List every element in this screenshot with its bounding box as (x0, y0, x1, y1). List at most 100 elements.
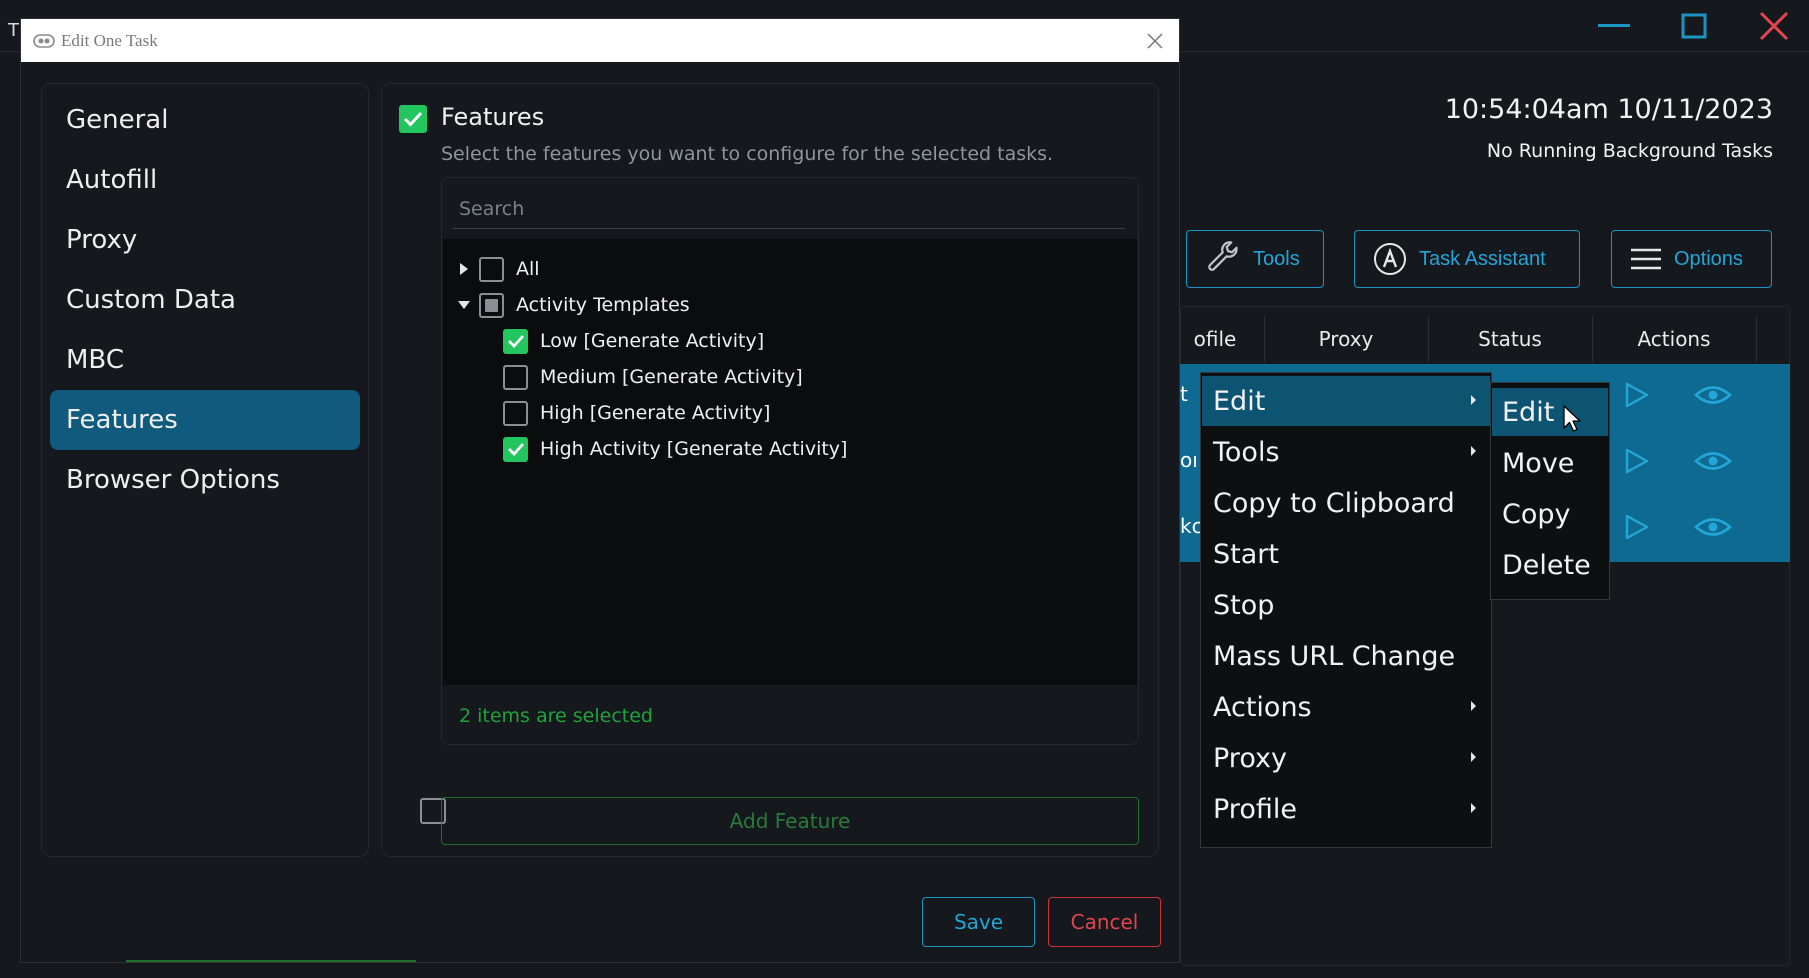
tree-item-high-activity[interactable]: High Activity [Generate Activity] (503, 433, 847, 465)
cancel-button[interactable]: Cancel (1048, 897, 1161, 947)
nav-item-features[interactable]: Features (50, 390, 360, 450)
minimize-icon (1598, 24, 1630, 27)
options-button[interactable]: Options (1611, 230, 1772, 288)
expand-arrow-icon[interactable] (455, 260, 473, 278)
tree-item-label: All (516, 258, 540, 280)
app-logo-icon (33, 33, 55, 48)
tree-checkbox-checked[interactable] (503, 328, 528, 354)
column-divider (1592, 316, 1593, 362)
tree-item-all[interactable]: All (455, 253, 540, 285)
nav-item-autofill[interactable]: Autofill (50, 150, 360, 210)
tree-item-low[interactable]: Low [Generate Activity] (503, 325, 764, 357)
menu-item-copy-to-clipboard[interactable]: Copy to Clipboard (1202, 478, 1490, 528)
nav-item-proxy[interactable]: Proxy (50, 210, 360, 270)
column-divider (1756, 316, 1757, 362)
tree-checkbox-checked[interactable] (503, 436, 528, 462)
dialog-close-button[interactable] (1141, 27, 1169, 55)
column-header-profile[interactable]: ofile (1170, 318, 1260, 360)
nav-item-mbc[interactable]: MBC (50, 330, 360, 390)
menu-item-proxy[interactable]: Proxy (1202, 733, 1490, 783)
eye-icon[interactable] (1694, 449, 1732, 473)
mouse-cursor-icon (1563, 405, 1581, 432)
submenu-arrow-icon (1471, 446, 1476, 456)
submenu-item-delete[interactable]: Delete (1492, 541, 1608, 589)
submenu-arrow-icon (1471, 701, 1476, 711)
add-feature-button[interactable]: Add Feature (441, 797, 1139, 845)
menu-item-actions[interactable]: Actions (1202, 682, 1490, 732)
nav-item-general[interactable]: General (50, 90, 360, 150)
menu-item-label: Profile (1213, 793, 1297, 825)
menu-item-label: Edit (1213, 385, 1266, 417)
close-icon (1759, 11, 1789, 41)
features-toggle-checkbox[interactable] (399, 105, 427, 133)
background-button-edge (126, 960, 416, 964)
main-window-title: T (8, 20, 19, 41)
selection-summary: 2 items are selected (459, 705, 653, 727)
close-window-button[interactable] (1744, 6, 1804, 46)
features-description: Select the features you want to configur… (441, 143, 1054, 165)
play-icon[interactable] (1622, 513, 1650, 541)
checkmark-icon (507, 335, 524, 348)
tree-checkbox[interactable] (479, 256, 504, 282)
tools-button[interactable]: Tools (1186, 230, 1324, 288)
tree-item-activity-templates[interactable]: Activity Templates (455, 289, 690, 321)
save-button[interactable]: Save (922, 897, 1035, 947)
wrench-icon (1208, 241, 1238, 271)
feature-search-input[interactable] (453, 189, 1125, 229)
column-header-status[interactable]: Status (1430, 318, 1590, 360)
submenu-arrow-icon (1471, 395, 1476, 405)
tools-button-label: Tools (1253, 247, 1300, 270)
table-cell: t (1180, 382, 1188, 406)
minimize-button[interactable] (1584, 6, 1644, 46)
tree-item-label: High [Generate Activity] (540, 402, 771, 424)
menu-item-profile[interactable]: Profile (1202, 784, 1490, 834)
context-menu: Edit Tools Copy to Clipboard Start Stop … (1200, 372, 1492, 848)
menu-item-stop[interactable]: Stop (1202, 580, 1490, 630)
task-assistant-button[interactable]: Task Assistant (1354, 230, 1580, 288)
tree-checkbox[interactable] (503, 400, 528, 426)
submenu-item-move[interactable]: Move (1492, 439, 1608, 487)
tree-item-label: Medium [Generate Activity] (540, 366, 803, 388)
submenu-item-edit[interactable]: Edit (1492, 388, 1608, 436)
maximize-button[interactable] (1664, 6, 1724, 46)
menu-icon (1631, 248, 1661, 270)
menu-item-tools[interactable]: Tools (1202, 427, 1490, 477)
dialog-titlebar: Edit One Task (21, 19, 1179, 62)
column-header-actions[interactable]: Actions (1594, 318, 1754, 360)
checkmark-icon (403, 111, 423, 127)
menu-item-start[interactable]: Start (1202, 529, 1490, 579)
submenu-item-copy[interactable]: Copy (1492, 490, 1608, 538)
submenu-arrow-icon (1471, 752, 1476, 762)
collapse-arrow-icon[interactable] (455, 296, 473, 314)
assistant-icon (1374, 243, 1406, 275)
checkmark-icon (507, 443, 524, 456)
table-cell: oı (1180, 448, 1198, 472)
menu-item-mass-url-change[interactable]: Mass URL Change (1202, 631, 1490, 681)
tree-item-high[interactable]: High [Generate Activity] (503, 397, 770, 429)
menu-item-label: Stop (1213, 589, 1275, 621)
task-assistant-button-label: Task Assistant (1419, 247, 1546, 270)
column-divider (1264, 316, 1265, 362)
tree-item-label: Low [Generate Activity] (540, 330, 765, 352)
nav-item-browser-options[interactable]: Browser Options (50, 450, 360, 510)
options-button-label: Options (1674, 247, 1743, 270)
play-icon[interactable] (1622, 447, 1650, 475)
settings-nav: General Autofill Proxy Custom Data MBC F… (41, 83, 369, 857)
eye-icon[interactable] (1694, 515, 1732, 539)
edit-submenu: Edit Move Copy Delete (1490, 382, 1610, 600)
tree-checkbox[interactable] (503, 364, 528, 390)
menu-item-label: Actions (1213, 691, 1312, 723)
menu-item-label: Proxy (1213, 742, 1287, 774)
eye-icon[interactable] (1694, 383, 1732, 407)
maximize-icon (1681, 13, 1707, 39)
tree-item-medium[interactable]: Medium [Generate Activity] (503, 361, 803, 393)
column-header-proxy[interactable]: Proxy (1266, 318, 1426, 360)
tree-checkbox-partial[interactable] (479, 292, 504, 318)
nav-item-custom-data[interactable]: Custom Data (50, 270, 360, 330)
clock-display: 10:54:04am 10/11/2023 (1444, 94, 1773, 125)
menu-item-edit[interactable]: Edit (1202, 376, 1490, 426)
dialog-title: Edit One Task (61, 30, 158, 50)
column-divider (1428, 316, 1429, 362)
play-icon[interactable] (1622, 381, 1650, 409)
close-icon (1147, 33, 1163, 49)
